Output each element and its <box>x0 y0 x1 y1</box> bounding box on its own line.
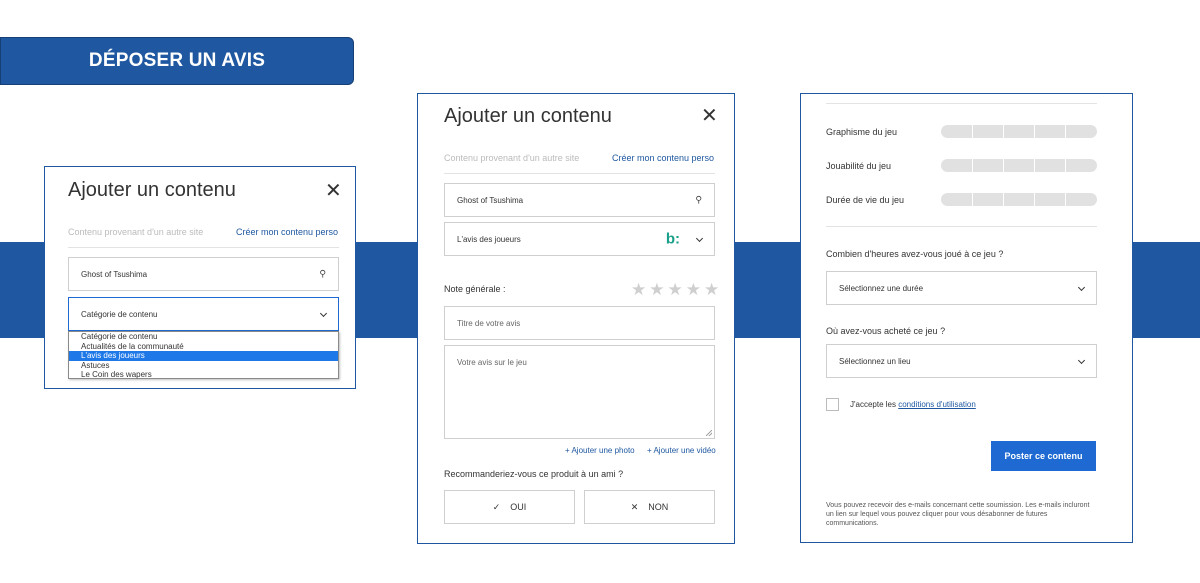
star-icon[interactable]: ★ <box>686 281 701 298</box>
criterion-graphics-label: Graphisme du jeu <box>826 127 898 137</box>
category-dropdown-list: Catégorie de contenu Actualités de la co… <box>68 331 339 379</box>
panel1-close-icon[interactable]: ✕ <box>325 181 342 201</box>
search-icon[interactable]: ⚲ <box>319 269 326 280</box>
close-icon: ✕ <box>630 501 639 512</box>
email-notice-text: Vous pouvez recevoir des e-mails concern… <box>826 502 1090 527</box>
panel1-create-own-link[interactable]: Créer mon contenu perso <box>236 227 338 237</box>
where-select[interactable]: Sélectionnez un lieu <box>826 344 1097 378</box>
panel2-search-value: Ghost of Tsushima <box>457 195 524 205</box>
recommend-yes-button[interactable]: ✓ OUI <box>444 490 575 524</box>
criterion-lifespan-label: Durée de vie du jeu <box>826 195 905 205</box>
panel1-title: Ajouter un contenu <box>68 179 236 201</box>
recommend-question: Recommanderiez-vous ce produit à un ami … <box>444 469 624 479</box>
chevron-down-icon <box>319 309 328 318</box>
terms-text: J'accepte les conditions d'utilisation <box>850 400 976 409</box>
where-question: Où avez-vous acheté ce jeu ? <box>826 326 946 336</box>
panel1-category-select[interactable]: Catégorie de contenu <box>68 297 339 331</box>
deposer-avis-button[interactable]: DÉPOSER UN AVIS <box>0 37 354 85</box>
chevron-down-icon <box>1077 283 1086 292</box>
panel2-search-input[interactable]: Ghost of Tsushima ⚲ <box>444 183 715 217</box>
panel3-top-divider <box>826 103 1097 104</box>
hours-select-value: Sélectionnez une durée <box>839 283 924 293</box>
dropdown-option[interactable]: Le Coin des wapers <box>69 370 338 380</box>
star-icon[interactable]: ★ <box>704 281 719 298</box>
terms-checkbox[interactable] <box>826 398 839 411</box>
criterion-gameplay-label: Jouabilité du jeu <box>826 161 892 171</box>
review-body-placeholder: Votre avis sur le jeu <box>457 358 527 367</box>
star-icon[interactable]: ★ <box>649 281 664 298</box>
where-select-value: Sélectionnez un lieu <box>839 356 911 366</box>
add-photo-link[interactable]: + Ajouter une photo <box>565 446 635 455</box>
review-body-textarea[interactable]: Votre avis sur le jeu <box>444 345 715 439</box>
hours-question: Combien d'heures avez-vous joué à ce jeu… <box>826 249 1004 259</box>
panel2-category-value: L'avis des joueurs <box>457 234 521 244</box>
review-title-placeholder: Titre de votre avis <box>457 318 521 328</box>
add-video-link[interactable]: + Ajouter une vidéo <box>647 446 716 455</box>
hours-select[interactable]: Sélectionnez une durée <box>826 271 1097 305</box>
check-icon: ✓ <box>492 501 501 512</box>
search-icon[interactable]: ⚲ <box>695 195 702 206</box>
panel1-divider <box>68 247 339 248</box>
dropdown-option[interactable]: Catégorie de contenu <box>69 332 338 342</box>
terms-prefix: J'accepte les <box>850 400 896 409</box>
post-content-button[interactable]: Poster ce contenu <box>991 441 1096 471</box>
panel1-search-value: Ghost of Tsushima <box>81 269 148 279</box>
panel2-create-own-link[interactable]: Créer mon contenu perso <box>612 153 714 163</box>
criterion-gameplay-rating-bar[interactable] <box>941 159 1097 172</box>
panel2-divider <box>444 173 715 174</box>
rating-label: Note générale : <box>444 284 506 294</box>
category-badge-icon: b: <box>665 230 680 248</box>
panel2-close-icon[interactable]: ✕ <box>701 106 718 126</box>
panel2-category-select[interactable]: L'avis des joueurs b: <box>444 222 715 256</box>
criterion-lifespan-rating-bar[interactable] <box>941 193 1097 206</box>
panel2-source-text: Contenu provenant d'un autre site <box>444 153 580 163</box>
panel3-mid-divider <box>826 226 1097 227</box>
star-icon[interactable]: ★ <box>631 281 646 298</box>
review-title-input[interactable]: Titre de votre avis <box>444 306 715 340</box>
rating-stars[interactable]: ★ ★ ★ ★ ★ <box>631 281 719 298</box>
dropdown-option-selected[interactable]: L'avis des joueurs <box>69 351 338 361</box>
no-label: NON <box>648 502 669 512</box>
chevron-down-icon <box>695 234 704 243</box>
terms-link[interactable]: conditions d'utilisation <box>898 400 976 409</box>
star-icon[interactable]: ★ <box>668 281 683 298</box>
recommend-no-button[interactable]: ✕ NON <box>584 490 715 524</box>
yes-label: OUI <box>510 502 527 512</box>
dropdown-option[interactable]: Actualités de la communauté <box>69 342 338 352</box>
panel1-search-input[interactable]: Ghost of Tsushima ⚲ <box>68 257 339 291</box>
panel1-category-value: Catégorie de contenu <box>81 309 158 319</box>
panel2-title: Ajouter un contenu <box>444 105 612 127</box>
criterion-graphics-rating-bar[interactable] <box>941 125 1097 138</box>
panel1-source-text: Contenu provenant d'un autre site <box>68 227 204 237</box>
dropdown-option[interactable]: Astuces <box>69 361 338 371</box>
chevron-down-icon <box>1077 356 1086 365</box>
resize-handle-icon[interactable] <box>706 430 712 436</box>
